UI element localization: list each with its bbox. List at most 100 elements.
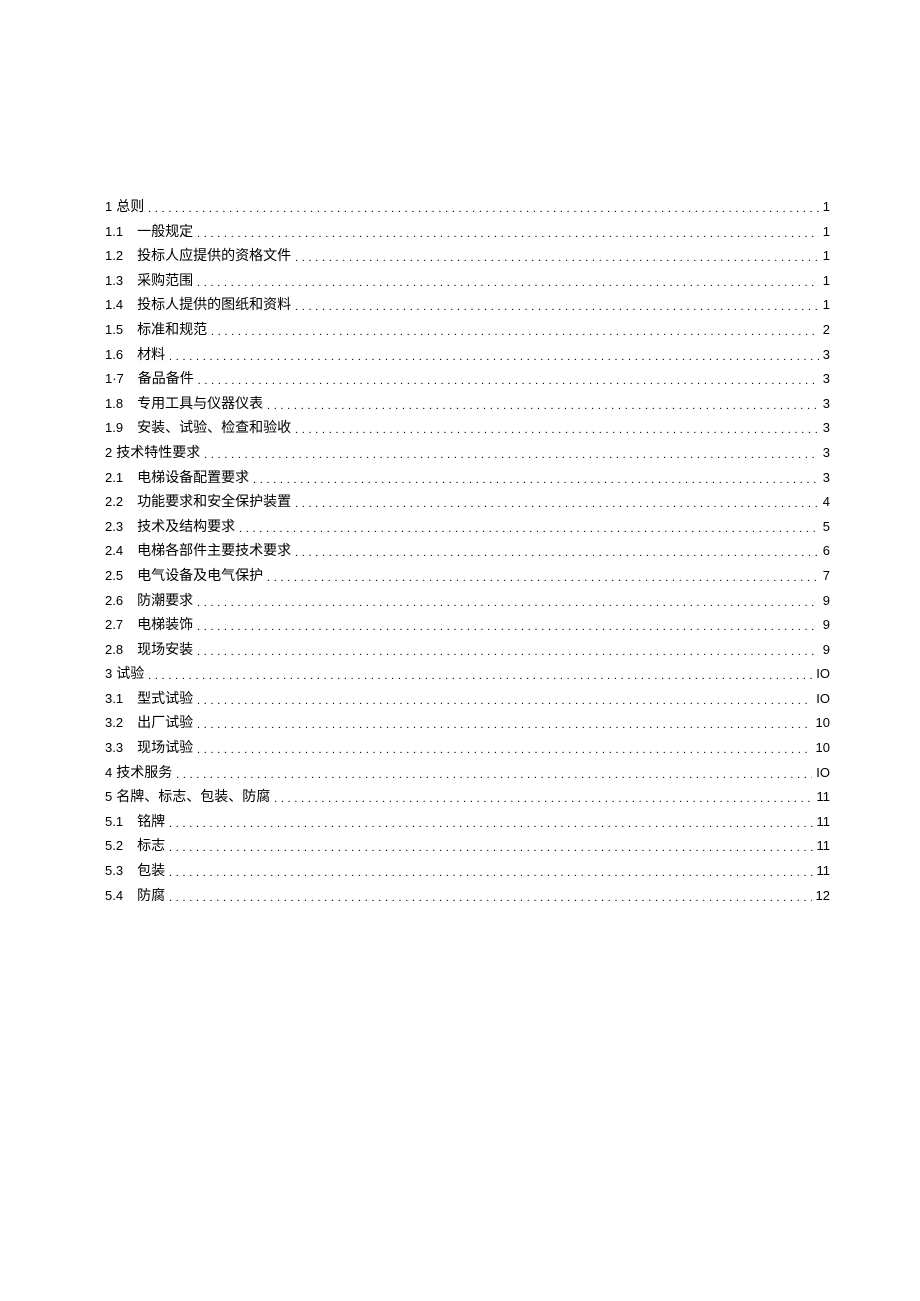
toc-entry: 1.2投标人应提供的资格文件1 [105,244,830,269]
toc-entry-title: 现场试验 [137,737,193,762]
toc-entry: 5.2标志11 [105,834,830,859]
toc-leader-dots [165,345,819,370]
toc-entry: 1.5标准和规范2 [105,318,830,343]
toc-entry-page: 9 [819,638,830,663]
toc-entry-number: 5 [105,785,112,810]
toc-entry-number: 3.1 [105,687,137,712]
toc-leader-dots [193,222,819,247]
toc-entry-page: 3 [819,367,830,392]
toc-entry: 5.1铭牌11 [105,810,830,835]
toc-entry-number: 1.3 [105,269,137,294]
toc-entry-title: 一般规定 [137,221,193,246]
toc-entry-number: 2.7 [105,613,137,638]
toc-entry-page: 11 [813,785,831,810]
toc-entry-number: 2.8 [105,638,137,663]
table-of-contents: 1总则11.1一般规定11.2投标人应提供的资格文件11.3采购范围11.4投标… [105,195,830,908]
toc-entry: 1.1一般规定1 [105,220,830,245]
toc-entry-number: 1.9 [105,416,137,441]
toc-entry-page: 3 [819,392,830,417]
toc-entry-number: 1.6 [105,343,137,368]
toc-leader-dots [263,566,819,591]
toc-entry-page: 1 [819,195,830,220]
toc-entry-title: 总则 [112,196,144,221]
toc-entry-title: 安装、试验、检查和验收 [137,417,291,442]
toc-entry-title: 技术特性要求 [112,442,200,467]
toc-entry-number: 1.8 [105,392,137,417]
toc-entry: 2.3技术及结构要求5 [105,515,830,540]
toc-entry-title: 电梯各部件主要技术要求 [137,540,291,565]
toc-entry-page: 3 [819,343,830,368]
toc-entry-title: 包装 [137,860,165,885]
toc-entry-page: 9 [819,613,830,638]
toc-entry-page: 12 [812,884,830,909]
toc-entry: 2.7电梯装饰 9 [105,613,830,638]
toc-entry: 5名牌、标志、包装、防腐11 [105,785,830,810]
toc-entry: 2.8现场安装 9 [105,638,830,663]
toc-entry-number: 2.1 [105,466,137,491]
toc-entry-page: 9 [819,589,830,614]
toc-entry: 5.4防腐12 [105,884,830,909]
toc-entry-page: 3 [819,416,830,441]
toc-leader-dots [194,369,819,394]
toc-entry-title: 投标人提供的图纸和资料 [137,294,291,319]
toc-leader-dots [291,418,819,443]
toc-entry-number: 5.1 [105,810,137,835]
toc-leader-dots [165,836,812,861]
toc-entry-page: 5 [819,515,830,540]
toc-leader-dots [235,517,819,542]
toc-leader-dots [193,271,819,296]
toc-leader-dots [193,640,819,665]
toc-leader-dots [193,738,811,763]
toc-leader-dots [144,664,812,689]
toc-entry-number: 2.4 [105,539,137,564]
toc-entry-page: 11 [813,834,831,859]
toc-entry: 4技术服务IO [105,761,830,786]
toc-entry-title: 功能要求和安全保护装置 [137,491,291,516]
toc-leader-dots [193,591,819,616]
toc-leader-dots [200,443,819,468]
toc-entry-number: 1.2 [105,244,137,269]
toc-entry: 2.4电梯各部件主要技术要求 6 [105,539,830,564]
toc-entry-title: 试验 [112,663,144,688]
toc-entry-title: 电梯装饰 [137,614,193,639]
toc-leader-dots [193,615,819,640]
toc-entry: 2技术特性要求3 [105,441,830,466]
toc-entry-page: 2 [819,318,830,343]
toc-entry-title: 防潮要求 [137,590,193,615]
toc-entry-page: 6 [819,539,830,564]
toc-leader-dots [193,713,811,738]
toc-leader-dots [165,886,811,911]
toc-entry-number: 5.2 [105,834,137,859]
toc-leader-dots [291,295,819,320]
toc-entry: 1.9安装、试验、检查和验收 3 [105,416,830,441]
toc-entry-number: 2.3 [105,515,137,540]
toc-entry-number: 3 [105,662,112,687]
toc-entry-page: 11 [813,810,831,835]
toc-entry: 1·7备品备件3 [105,367,830,392]
toc-entry-page: 1 [819,220,830,245]
toc-entry-title: 防腐 [137,885,165,910]
toc-entry: 1.4投标人提供的图纸和资料1 [105,293,830,318]
toc-leader-dots [291,492,819,517]
toc-entry-page: 1 [819,244,830,269]
toc-entry: 2.5电气设备及电气保护7 [105,564,830,589]
toc-entry-title: 专用工具与仪器仪表 [137,393,263,418]
toc-entry: 2.1电梯设备配置要求3 [105,466,830,491]
toc-entry-page: IO [812,761,830,786]
toc-entry-page: 10 [812,736,830,761]
toc-leader-dots [270,787,812,812]
toc-entry-title: 型式试验 [137,688,193,713]
toc-entry-title: 采购范围 [137,270,193,295]
toc-entry: 3.2出厂试验10 [105,711,830,736]
toc-leader-dots [291,246,819,271]
toc-entry-page: 4 [819,490,830,515]
toc-entry-title: 现场安装 [137,639,193,664]
toc-entry-page: IO [812,687,830,712]
toc-leader-dots [165,861,812,886]
toc-entry-page: IO [812,662,830,687]
toc-entry-number: 1 [105,195,112,220]
toc-entry: 1总则1 [105,195,830,220]
toc-entry-page: 1 [819,269,830,294]
toc-entry-number: 1.5 [105,318,137,343]
toc-leader-dots [172,763,812,788]
